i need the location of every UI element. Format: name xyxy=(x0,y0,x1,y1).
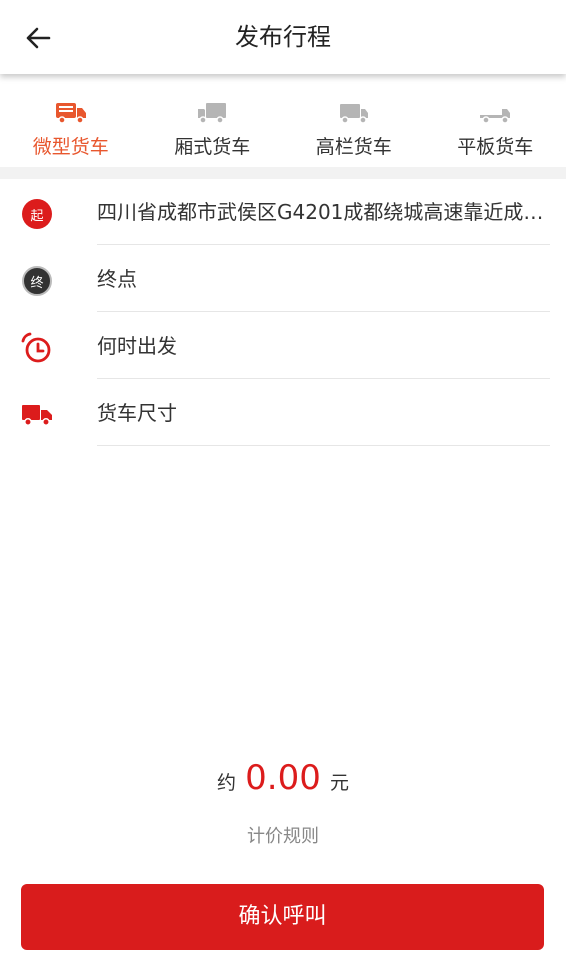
tab-label: 平板货车 xyxy=(457,136,534,158)
truck-type-tabs: 微型货车 厢式货车 高栏货车 平板货车 xyxy=(0,74,566,167)
truck-size-row[interactable]: 货车尺寸 xyxy=(0,380,566,447)
price-estimate: 约 0.00 元 xyxy=(0,758,566,798)
truck-size-text: 货车尺寸 xyxy=(97,380,550,446)
page-title: 发布行程 xyxy=(235,23,331,51)
flatbed-truck-icon xyxy=(479,100,511,124)
truck-icon xyxy=(20,398,54,432)
tab-high-rail-truck[interactable]: 高栏货车 xyxy=(283,74,425,167)
price-prefix: 约 xyxy=(217,772,237,794)
high-rail-truck-icon xyxy=(339,100,369,124)
tab-box-truck[interactable]: 厢式货车 xyxy=(142,74,284,167)
pricing-rules-link[interactable]: 计价规则 xyxy=(0,822,566,848)
mini-truck-icon xyxy=(55,100,87,124)
app-header: 发布行程 xyxy=(0,0,566,74)
tab-label: 厢式货车 xyxy=(174,136,251,158)
start-location-text: 四川省成都市武侯区G4201成都绕城高速靠近成都南站 xyxy=(97,179,550,245)
tab-flatbed-truck[interactable]: 平板货车 xyxy=(425,74,566,167)
departure-time-row[interactable]: 何时出发 xyxy=(0,313,566,380)
end-location-row[interactable]: 终 终点 xyxy=(0,246,566,313)
start-badge-icon: 起 xyxy=(20,197,54,231)
end-badge: 终 xyxy=(22,266,52,296)
trip-form: 起 四川省成都市武侯区G4201成都绕城高速靠近成都南站 终 终点 何时出发 货… xyxy=(0,179,566,447)
departure-time-text: 何时出发 xyxy=(97,313,550,379)
end-badge-icon: 终 xyxy=(20,264,54,298)
price-unit: 元 xyxy=(329,772,349,794)
alarm-clock-icon xyxy=(20,331,54,365)
start-badge: 起 xyxy=(22,199,52,229)
section-divider xyxy=(0,167,566,179)
box-truck-icon xyxy=(197,100,227,124)
end-location-text: 终点 xyxy=(97,246,550,312)
tab-label: 高栏货车 xyxy=(315,136,392,158)
tab-mini-truck[interactable]: 微型货车 xyxy=(0,74,142,167)
confirm-call-button[interactable]: 确认呼叫 xyxy=(21,884,544,950)
price-amount: 0.00 xyxy=(245,758,321,798)
tab-label: 微型货车 xyxy=(32,136,109,158)
start-location-row[interactable]: 起 四川省成都市武侯区G4201成都绕城高速靠近成都南站 xyxy=(0,179,566,246)
